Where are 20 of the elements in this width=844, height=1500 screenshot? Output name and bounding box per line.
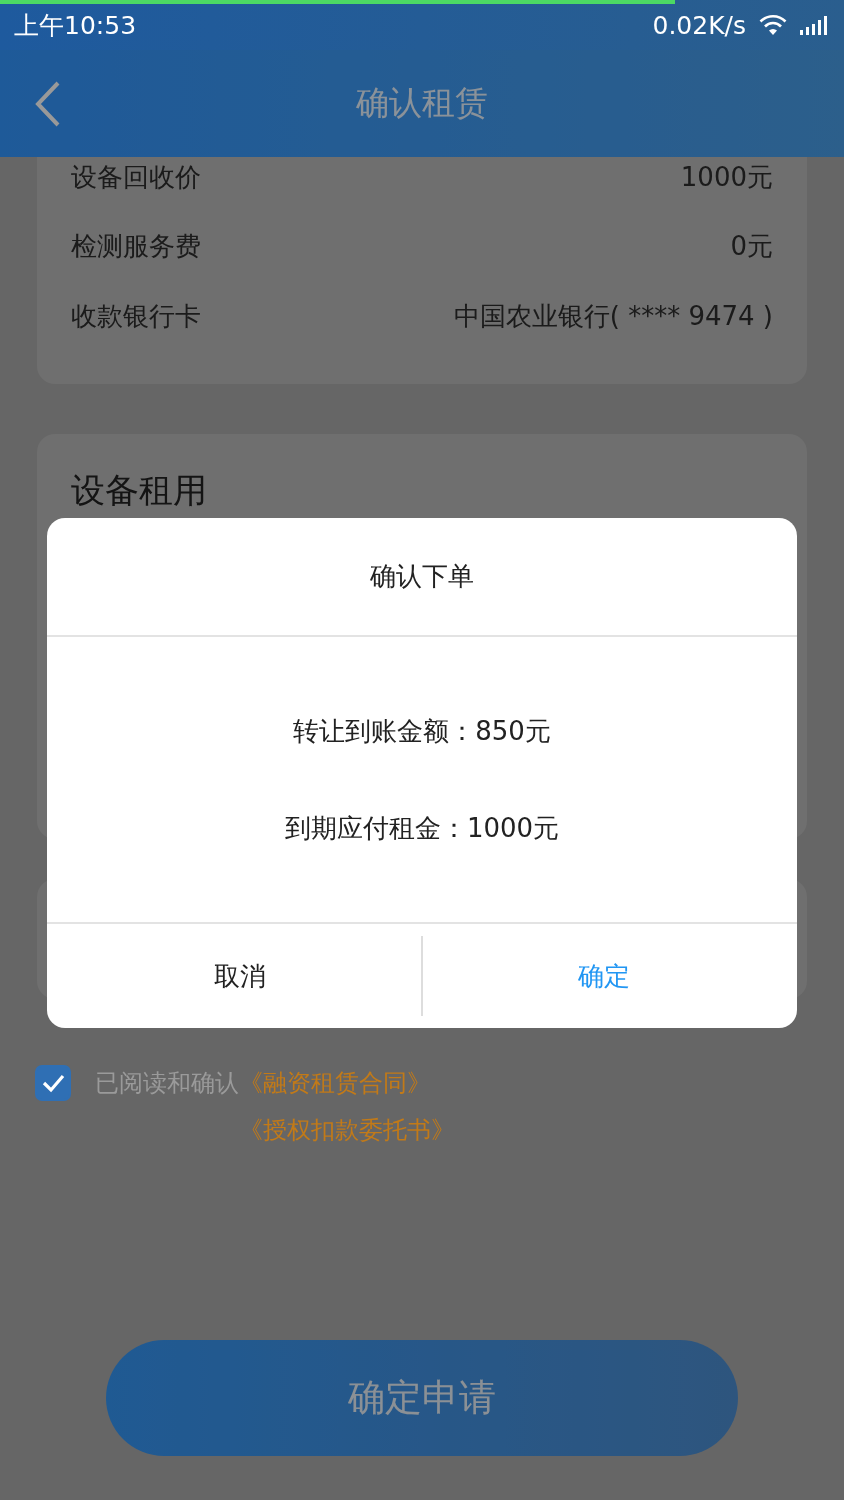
- card-title: 设备租用: [71, 469, 208, 512]
- contract-link[interactable]: 《授权扣款委托书》: [239, 1110, 455, 1150]
- row-value: 中国农业银行( **** 9474 ): [453, 299, 773, 333]
- dialog-text: 转让到账金额：850元: [293, 714, 551, 748]
- agreement-checkbox[interactable]: [35, 1065, 71, 1101]
- page-title: 确认租赁: [356, 82, 488, 124]
- row-label: 检测服务费: [71, 229, 201, 263]
- dialog-title: 确认下单: [47, 518, 797, 637]
- contract-link[interactable]: 《融资租赁合同》: [239, 1063, 455, 1103]
- network-speed: 0.02K/s: [652, 10, 746, 40]
- wifi-icon: [758, 14, 788, 36]
- row-value: 1000元: [680, 160, 773, 194]
- submit-button[interactable]: 确定申请: [106, 1340, 738, 1456]
- row-label: 设备回收价: [71, 160, 201, 194]
- row-label: 收款银行卡: [71, 299, 201, 333]
- dialog-text: 到期应付租金：1000元: [284, 811, 560, 845]
- row-value: 0元: [730, 229, 773, 263]
- back-icon[interactable]: [34, 80, 62, 128]
- signal-icon: [800, 15, 830, 35]
- status-time: 上午10:53: [14, 9, 137, 42]
